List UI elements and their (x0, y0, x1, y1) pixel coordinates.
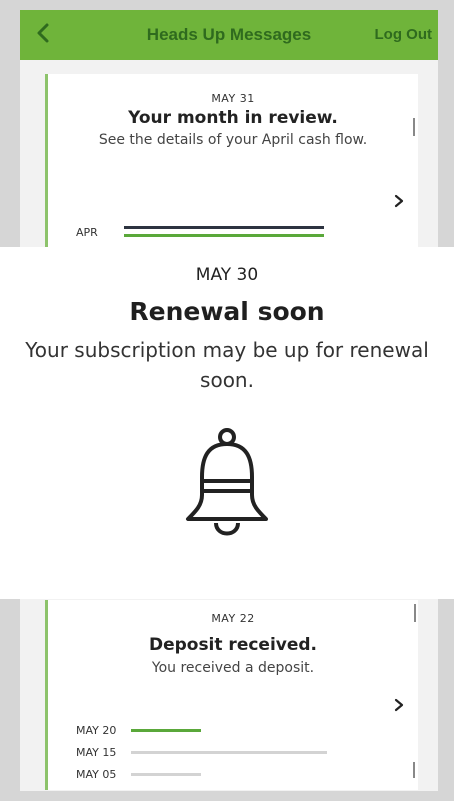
notice-title: Renewal soon (129, 297, 325, 326)
right-edge-mark (414, 604, 416, 622)
deposit-bar-row: MAY 15 (76, 746, 327, 759)
renewal-notice: MAY 30 Renewal soon Your subscription ma… (0, 247, 454, 599)
card-description: See the details of your April cash flow. (98, 132, 368, 148)
card-title: Deposit received. (148, 635, 318, 655)
chevron-right-icon (394, 194, 404, 208)
right-edge-mark (413, 762, 415, 778)
card-description: You received a deposit. (151, 660, 315, 676)
outflow-bar (124, 226, 324, 229)
logout-button[interactable]: Log Out (375, 10, 432, 60)
deposit-bar (131, 751, 327, 754)
deposit-bar-row: MAY 20 (76, 724, 201, 737)
message-card-deposit[interactable]: MAY 22 Deposit received. You received a … (45, 600, 418, 790)
cashflow-bar-row: APR (76, 224, 324, 240)
bar-label: MAY 05 (76, 768, 117, 781)
deposit-bar (131, 773, 201, 776)
card-date: MAY 22 (211, 612, 255, 625)
card-title: Your month in review. (128, 108, 338, 128)
bell-icon (186, 428, 268, 536)
inflow-bar (124, 234, 324, 237)
notice-date: MAY 30 (195, 265, 259, 285)
cashflow-bars (124, 224, 324, 240)
bar-label: APR (76, 225, 98, 239)
right-edge-mark (413, 118, 415, 136)
deposit-bar-row: MAY 05 (76, 768, 201, 781)
chevron-right-icon (394, 698, 404, 712)
bar-label: MAY 20 (76, 724, 117, 737)
bar-label: MAY 15 (76, 746, 117, 759)
card-date: MAY 31 (211, 92, 255, 105)
message-card-month-review[interactable]: MAY 31 Your month in review. See the det… (45, 74, 418, 252)
deposit-bar (131, 729, 201, 732)
notice-description: Your subscription may be up for renewal … (25, 338, 429, 392)
app-header: Heads Up Messages Log Out (20, 10, 438, 60)
